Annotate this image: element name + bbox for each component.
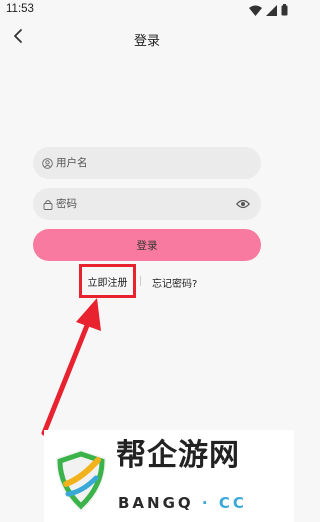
link-separator — [140, 276, 141, 286]
register-label: 立即注册 — [87, 277, 128, 289]
status-time: 11:53 — [6, 3, 34, 15]
watermark: 帮企游网 BANGQ · CC — [44, 430, 294, 522]
username-input[interactable] — [56, 153, 226, 173]
status-icons — [249, 3, 288, 16]
eye-icon[interactable] — [235, 197, 251, 211]
cellular-signal-icon — [266, 1, 277, 20]
user-icon — [41, 157, 54, 170]
password-input[interactable] — [56, 194, 226, 214]
watermark-brand: 帮企游网 — [116, 438, 240, 473]
password-field[interactable] — [33, 188, 261, 220]
page-title: 登录 — [133, 34, 160, 49]
register-link[interactable]: 立即注册 — [79, 264, 136, 298]
battery-icon — [281, 1, 288, 20]
status-bar: 11:53 — [0, 0, 294, 20]
lock-icon — [41, 198, 54, 211]
wifi-icon — [249, 1, 262, 20]
username-field[interactable] — [33, 147, 261, 179]
app-header: 登录 — [0, 22, 294, 56]
login-button[interactable]: 登录 — [33, 229, 261, 261]
shield-logo-icon — [52, 448, 110, 518]
watermark-domain: BANGQ · CC — [118, 494, 247, 512]
forgot-password-link[interactable]: 忘记密码? — [152, 275, 197, 290]
